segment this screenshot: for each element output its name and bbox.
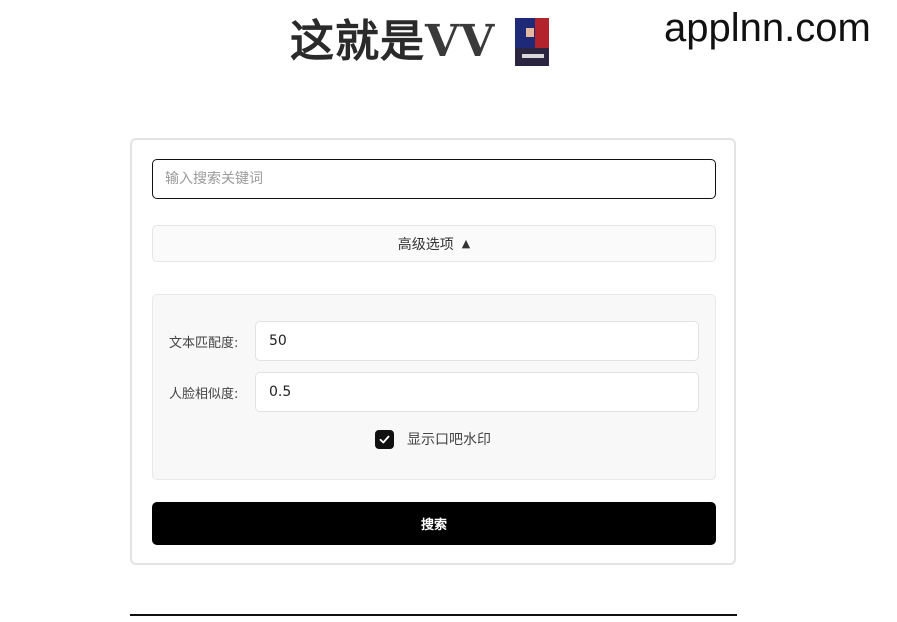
site-title-vv: VV (425, 16, 496, 67)
text-match-label: 文本匹配度: (169, 335, 239, 351)
show-watermark-option[interactable]: 显示口吧水印 (375, 429, 491, 449)
page: 这就是VV applnn.com 高级选项 ▲ 文本匹配度: 人脸相似度: (0, 0, 897, 622)
checkmark-icon (379, 435, 390, 443)
search-card: 高级选项 ▲ 文本匹配度: 人脸相似度: 显示口吧水印 搜索 (130, 138, 736, 565)
show-watermark-label: 显示口吧水印 (407, 432, 491, 448)
divider (130, 614, 737, 616)
text-match-input[interactable] (255, 321, 699, 361)
search-button[interactable]: 搜索 (152, 502, 716, 545)
site-title-text: 这就是 (290, 16, 425, 67)
watermark-text: applnn.com (664, 6, 871, 50)
text-match-row: 文本匹配度: (169, 321, 699, 361)
advanced-options-label: 高级选项 (397, 236, 454, 253)
chevron-up-icon: ▲ (461, 237, 471, 250)
advanced-options-toggle[interactable]: 高级选项 ▲ (152, 225, 716, 262)
show-watermark-checkbox[interactable] (375, 429, 394, 449)
search-input[interactable] (152, 159, 716, 199)
face-similarity-row: 人脸相似度: (169, 372, 699, 412)
face-similarity-input[interactable] (255, 372, 699, 412)
vv-avatar-icon (515, 18, 550, 66)
site-title: 这就是VV (290, 12, 495, 72)
face-similarity-label: 人脸相似度: (169, 386, 239, 402)
advanced-options-panel: 文本匹配度: 人脸相似度: 显示口吧水印 (152, 294, 716, 480)
site-header: 这就是VV (290, 12, 550, 72)
